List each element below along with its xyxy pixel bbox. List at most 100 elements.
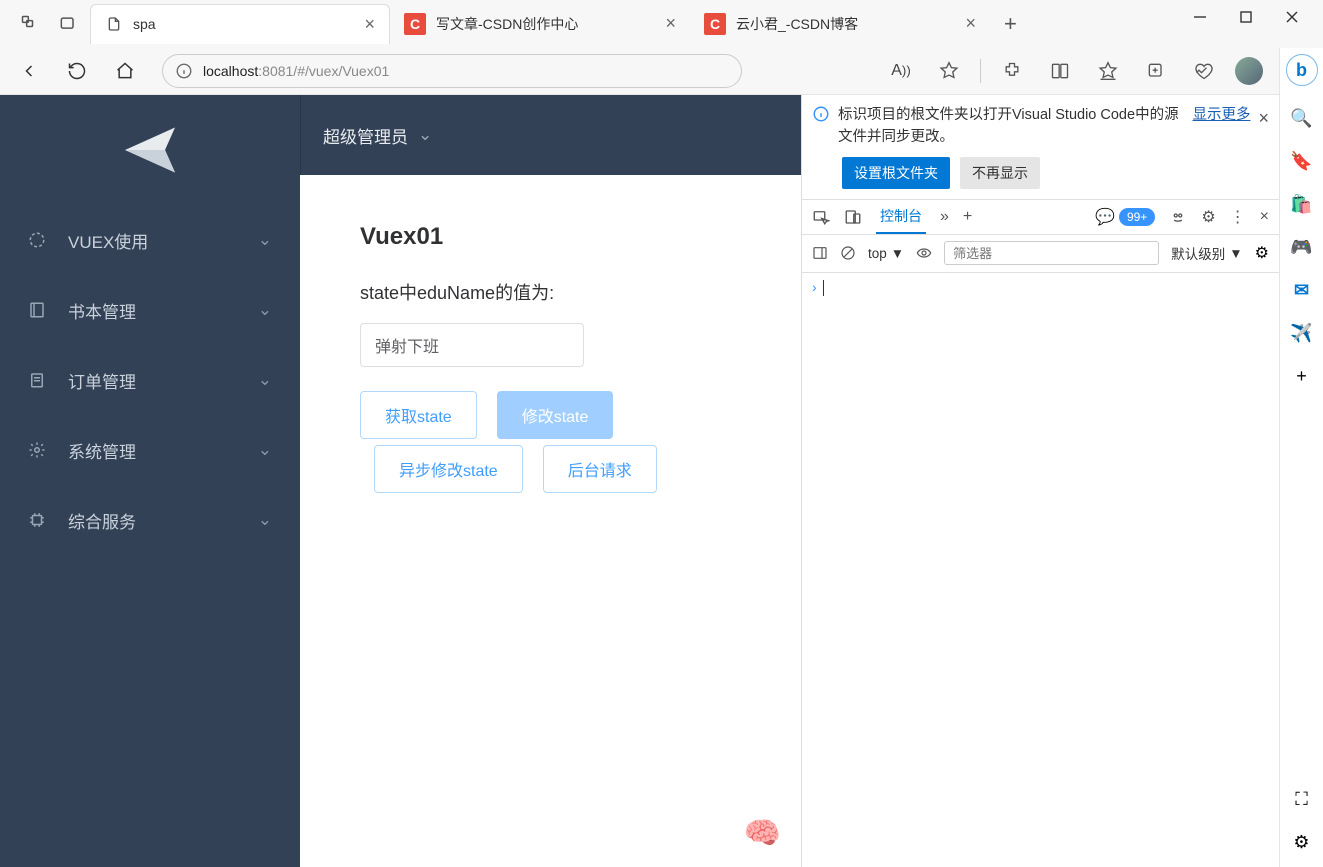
close-devtools-icon[interactable]: × <box>1260 208 1269 226</box>
sidebar-item-services[interactable]: 综合服务 ⌄ <box>0 485 300 555</box>
live-expression-icon[interactable] <box>916 245 932 261</box>
site-info-icon[interactable] <box>175 62 193 80</box>
collections-icon[interactable] <box>1139 54 1173 88</box>
workspaces-icon[interactable] <box>20 14 40 34</box>
extensions-icon[interactable] <box>995 54 1029 88</box>
console-settings-icon[interactable]: ⚙ <box>1255 243 1269 263</box>
settings-icon[interactable]: ⚙ <box>1293 832 1309 853</box>
inspect-icon[interactable] <box>812 208 830 226</box>
tab-console[interactable]: 控制台 <box>876 200 926 234</box>
search-icon[interactable]: 🔍 <box>1290 108 1312 129</box>
new-tab-button[interactable]: + <box>996 11 1025 37</box>
devtools-settings-icon[interactable]: ⚙ <box>1201 207 1215 227</box>
get-state-button[interactable]: 获取state <box>360 391 477 439</box>
devtools-menu-icon[interactable]: ⋮ <box>1230 207 1246 227</box>
address-bar[interactable]: localhost:8081/#/vuex/Vuex01 <box>162 54 742 88</box>
bing-icon[interactable]: b <box>1286 54 1318 86</box>
app-logo <box>0 95 300 205</box>
menu-label: 订单管理 <box>68 368 136 393</box>
set-state-button[interactable]: 修改state <box>497 391 614 439</box>
tab-csdn-write[interactable]: C 写文章-CSDN创作中心 × <box>390 4 690 44</box>
add-tab-icon[interactable]: + <box>963 208 972 226</box>
chevron-down-icon[interactable]: ⌄ <box>418 125 432 145</box>
sidebar-item-vuex[interactable]: VUEX使用 ⌄ <box>0 205 300 275</box>
read-aloud-icon[interactable]: A)) <box>884 54 918 88</box>
performance-icon[interactable] <box>1187 54 1221 88</box>
set-root-folder-button[interactable]: 设置根文件夹 <box>842 157 950 189</box>
tab-spa[interactable]: spa × <box>90 4 390 44</box>
device-toggle-icon[interactable] <box>844 208 862 226</box>
main-area: 超级管理员 ⌄ Vuex01 state中eduName的值为: 获取state… <box>300 95 801 867</box>
tab-actions-icon[interactable] <box>58 14 78 34</box>
send-icon[interactable]: ✈️ <box>1290 323 1312 344</box>
sidebar-item-orders[interactable]: 订单管理 ⌄ <box>0 345 300 415</box>
page-body: VUEX使用 ⌄ 书本管理 ⌄ 订单管理 ⌄ 系统管理 ⌄ <box>0 95 1279 867</box>
show-more-link[interactable]: 显示更多 <box>1192 105 1250 127</box>
close-icon[interactable]: × <box>665 13 676 34</box>
minimize-button[interactable] <box>1193 10 1207 24</box>
console-output[interactable]: › <box>802 273 1279 867</box>
book-icon <box>28 301 50 319</box>
refresh-button[interactable] <box>60 54 94 88</box>
close-icon[interactable]: × <box>1258 105 1269 132</box>
context-selector[interactable]: top ▼ <box>868 246 904 261</box>
console-prompt-icon: › <box>812 279 817 295</box>
add-tool-icon[interactable]: + <box>1296 366 1307 387</box>
chevron-down-icon: ⌄ <box>258 370 272 390</box>
sidebar-item-books[interactable]: 书本管理 ⌄ <box>0 275 300 345</box>
ai-assistant-icon[interactable]: 🧠 <box>744 816 781 851</box>
sidebar-item-system[interactable]: 系统管理 ⌄ <box>0 415 300 485</box>
feedback-icon[interactable] <box>1169 208 1187 226</box>
log-level-selector[interactable]: 默认级别 ▼ <box>1171 243 1242 263</box>
eduname-input[interactable] <box>360 323 584 367</box>
tab-title: 云小君_-CSDN博客 <box>736 14 858 34</box>
games-icon[interactable]: 🎮 <box>1290 237 1312 258</box>
favorite-icon[interactable] <box>932 54 966 88</box>
devtools-info-bar: 标识项目的根文件夹以打开Visual Studio Code中的源文件并同步更改… <box>802 95 1279 157</box>
app-sidebar: VUEX使用 ⌄ 书本管理 ⌄ 订单管理 ⌄ 系统管理 ⌄ <box>0 95 300 867</box>
screenshot-icon[interactable]: ⛶ <box>1295 789 1308 810</box>
topbar: 超级管理员 ⌄ <box>300 95 801 175</box>
async-set-state-button[interactable]: 异步修改state <box>374 445 523 493</box>
tab-csdn-blog[interactable]: C 云小君_-CSDN博客 × <box>690 4 990 44</box>
menu-label: VUEX使用 <box>68 228 148 253</box>
outlook-icon[interactable]: ✉ <box>1294 280 1309 301</box>
csdn-favicon: C <box>404 13 426 35</box>
window-controls <box>1169 0 1323 24</box>
back-button[interactable] <box>12 54 46 88</box>
profile-avatar[interactable] <box>1235 57 1263 85</box>
devtools-panel: 标识项目的根文件夹以打开Visual Studio Code中的源文件并同步更改… <box>801 95 1279 867</box>
backend-request-button[interactable]: 后台请求 <box>543 445 657 493</box>
loading-icon <box>28 231 50 249</box>
nav-toolbar: localhost:8081/#/vuex/Vuex01 A)) <box>0 48 1323 95</box>
chevron-down-icon: ⌄ <box>258 230 272 250</box>
clear-console-icon[interactable] <box>840 245 856 261</box>
shopping-icon[interactable]: 🛍️ <box>1290 194 1312 215</box>
close-icon[interactable]: × <box>364 14 375 35</box>
tag-icon[interactable]: 🔖 <box>1290 151 1312 172</box>
split-screen-icon[interactable] <box>1043 54 1077 88</box>
info-text: 标识项目的根文件夹以打开Visual Studio Code中的源文件并同步更改… <box>838 105 1184 149</box>
topbar-title: 超级管理员 <box>323 123 408 148</box>
gear-icon <box>28 441 50 459</box>
page-heading: Vuex01 <box>360 223 741 251</box>
home-button[interactable] <box>108 54 142 88</box>
info-icon <box>812 105 830 123</box>
close-icon[interactable]: × <box>965 13 976 34</box>
console-filter-input[interactable] <box>944 241 1159 265</box>
tab-title: 写文章-CSDN创作中心 <box>436 14 578 34</box>
chevron-down-icon: ⌄ <box>258 300 272 320</box>
more-tabs-icon[interactable]: » <box>940 208 949 226</box>
state-label: state中eduName的值为: <box>360 279 741 305</box>
dont-show-again-button[interactable]: 不再显示 <box>960 157 1040 189</box>
clipboard-icon <box>28 371 50 389</box>
maximize-button[interactable] <box>1239 10 1253 24</box>
issues-badge[interactable]: 💬99+ <box>1095 207 1155 227</box>
page-icon <box>105 15 123 33</box>
tab-title: spa <box>133 16 156 32</box>
browser-chrome: spa × C 写文章-CSDN创作中心 × C 云小君_-CSDN博客 × + <box>0 0 1323 95</box>
sidebar-toggle-icon[interactable] <box>812 245 828 261</box>
chevron-down-icon: ⌄ <box>258 510 272 530</box>
favorites-bar-icon[interactable] <box>1091 54 1125 88</box>
close-window-button[interactable] <box>1285 10 1299 24</box>
